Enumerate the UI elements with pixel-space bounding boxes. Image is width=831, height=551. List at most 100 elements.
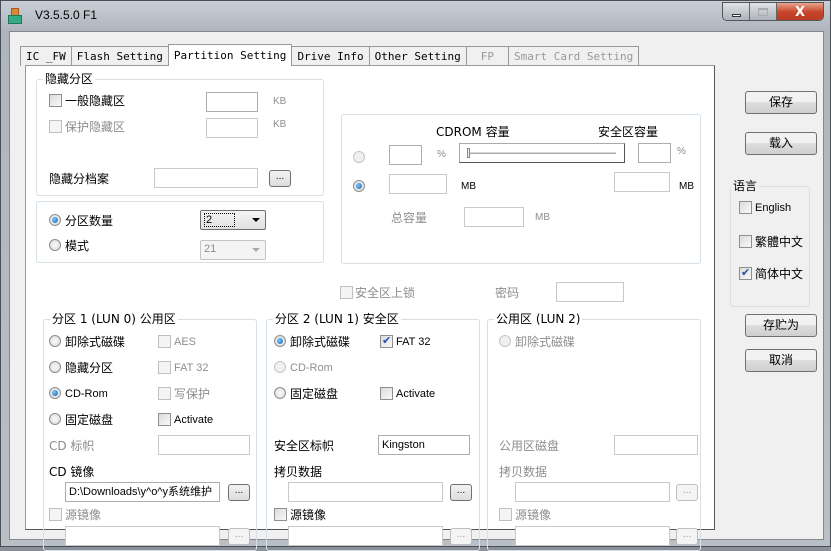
total-capacity-label: 总容量 — [391, 211, 428, 225]
maximize-button[interactable] — [750, 3, 777, 20]
lun2-source-image-browse-button[interactable]: ... — [676, 528, 698, 545]
minimize-button[interactable] — [723, 3, 750, 20]
cdrom-percent-unit: % — [437, 149, 446, 160]
language-group: 语言 English 繁體中文 简体中文 — [730, 179, 810, 307]
lun1-source-image-browse-button[interactable]: ... — [450, 528, 472, 545]
lun0-aes-checkbox[interactable] — [158, 335, 171, 348]
lun2-source-image-input[interactable] — [515, 526, 670, 546]
partition-count-value: 2 — [204, 213, 236, 227]
tab-smart-card-setting[interactable]: Smart Card Setting — [508, 46, 640, 66]
language-simplified-chinese-checkbox[interactable] — [739, 266, 752, 280]
slider-thumb[interactable] — [467, 148, 470, 158]
lun2-copy-data-input[interactable] — [515, 482, 670, 502]
mode-select[interactable]: 21 — [200, 240, 266, 260]
lun2-removable-label: 卸除式磁碟 — [515, 335, 576, 349]
close-button[interactable]: X — [777, 3, 823, 20]
lun2-public-disk-input[interactable] — [614, 435, 698, 455]
cancel-button[interactable]: 取消 — [745, 349, 817, 372]
secure-capacity-label: 安全区容量 — [598, 125, 659, 139]
lun1-copy-data-browse-button[interactable]: ... — [450, 484, 472, 501]
lun1-cdrom-radio[interactable] — [274, 361, 286, 373]
lun0-activate-checkbox[interactable] — [158, 413, 171, 426]
lun0-cd-label-label: CD 标帜 — [49, 439, 95, 453]
language-legend: 语言 — [731, 179, 760, 193]
lun0-cd-label-input[interactable] — [158, 435, 250, 455]
lun1-secure-label-input[interactable]: Kingston — [378, 435, 470, 455]
load-button[interactable]: 载入 — [745, 132, 817, 155]
password-input[interactable] — [556, 282, 624, 302]
lun0-removable-label: 卸除式磁碟 — [65, 335, 126, 349]
general-hidden-checkbox[interactable] — [49, 94, 62, 107]
cdrom-mb-unit: MB — [461, 181, 476, 192]
secure-lock-checkbox[interactable] — [340, 286, 353, 299]
cdrom-percent-input[interactable] — [389, 145, 422, 165]
hidden-partition-legend: 隐藏分区 — [43, 72, 96, 86]
hidden-file-browse-button[interactable]: ... — [269, 170, 291, 187]
lun0-source-image-input[interactable] — [65, 526, 220, 546]
lun0-hidden-radio[interactable] — [49, 361, 61, 373]
tab-ic-fw[interactable]: IC _FW — [20, 46, 72, 66]
tab-drive-info[interactable]: Drive Info — [291, 46, 370, 66]
protected-hidden-checkbox[interactable] — [49, 120, 62, 133]
lun1-removable-radio[interactable] — [274, 335, 286, 347]
lun2-copy-data-browse-button[interactable]: ... — [676, 484, 698, 501]
lun0-cdrom-radio[interactable] — [49, 387, 61, 399]
lun0-fixed-radio[interactable] — [49, 413, 61, 425]
lun0-removable-radio[interactable] — [49, 335, 61, 347]
mode-label: 模式 — [65, 239, 90, 253]
secure-mb-input[interactable] — [614, 172, 670, 192]
mb-mode-radio[interactable] — [353, 180, 365, 192]
lun1-copy-data-input[interactable] — [288, 482, 443, 502]
partition-count-radio[interactable] — [49, 214, 61, 226]
lun0-group: 分区 1 (LUN 0) 公用区 卸除式磁碟 隐藏分区 CD-Rom 固定磁盘 … — [43, 312, 257, 551]
protected-hidden-unit: KB — [273, 119, 287, 130]
mode-radio[interactable] — [49, 239, 61, 251]
lun1-activate-checkbox[interactable] — [380, 387, 393, 400]
language-english-checkbox[interactable] — [739, 201, 752, 214]
lun1-source-image-input[interactable] — [288, 526, 443, 546]
lun0-source-image-browse-button[interactable]: ... — [228, 528, 250, 545]
lun0-legend: 分区 1 (LUN 0) 公用区 — [50, 312, 178, 326]
lun1-fixed-radio[interactable] — [274, 387, 286, 399]
chevron-down-icon — [252, 248, 260, 252]
lun0-cd-image-input[interactable]: D:\Downloads\y^o^y系统维护 — [65, 482, 220, 502]
language-simplified-chinese-label: 简体中文 — [755, 267, 804, 281]
lun1-copy-data-label: 拷贝数据 — [274, 465, 323, 479]
language-traditional-chinese-checkbox[interactable] — [739, 235, 752, 248]
tab-label: Partition Setting — [173, 49, 287, 62]
lun0-source-image-checkbox[interactable] — [49, 508, 62, 521]
lun0-source-image-label: 源镜像 — [65, 508, 102, 522]
save-as-button[interactable]: 存贮为 — [745, 314, 817, 337]
tab-flash-setting[interactable]: Flash Setting — [70, 46, 169, 66]
lun1-source-image-checkbox[interactable] — [274, 508, 287, 521]
lun0-cd-image-browse-button[interactable]: ... — [228, 484, 250, 501]
tab-fp[interactable]: FP — [465, 46, 510, 66]
protected-hidden-size-input[interactable] — [206, 118, 258, 138]
lun2-removable-radio[interactable] — [499, 335, 511, 347]
cdrom-mb-input[interactable] — [389, 174, 447, 194]
lun1-fat32-checkbox[interactable] — [380, 334, 393, 348]
lun0-fat32-checkbox[interactable] — [158, 361, 171, 374]
lun0-write-protect-label: 写保护 — [174, 387, 211, 401]
lun1-fixed-label: 固定磁盘 — [290, 387, 339, 401]
lun0-write-protect-checkbox[interactable] — [158, 387, 171, 400]
tab-partition-setting[interactable]: Partition Setting — [167, 44, 293, 66]
tab-other-setting[interactable]: Other Setting — [368, 46, 467, 66]
lun0-activate-label: Activate — [174, 414, 214, 426]
partition-count-select[interactable]: 2 — [200, 210, 266, 230]
percent-mode-radio[interactable] — [353, 151, 365, 163]
partition-setting-panel: 隐藏分区 一般隐藏区 KB 保护隐藏区 KB 隐藏分档案 ... 分区数量 2 … — [25, 65, 715, 551]
total-capacity-input[interactable] — [464, 207, 524, 227]
secure-percent-input[interactable] — [638, 143, 671, 163]
hidden-file-input[interactable] — [154, 168, 258, 188]
tab-label: Smart Card Setting — [514, 50, 634, 63]
save-button[interactable]: 保存 — [745, 91, 817, 114]
partition-count-label: 分区数量 — [65, 214, 114, 228]
close-icon: X — [794, 4, 806, 20]
capacity-slider[interactable] — [459, 143, 625, 163]
general-hidden-size-input[interactable] — [206, 92, 258, 112]
lun2-source-image-checkbox[interactable] — [499, 508, 512, 521]
general-hidden-unit: KB — [273, 96, 287, 107]
secure-percent-unit: % — [677, 146, 686, 157]
hidden-partition-group: 隐藏分区 一般隐藏区 KB 保护隐藏区 KB 隐藏分档案 ... — [36, 72, 324, 196]
